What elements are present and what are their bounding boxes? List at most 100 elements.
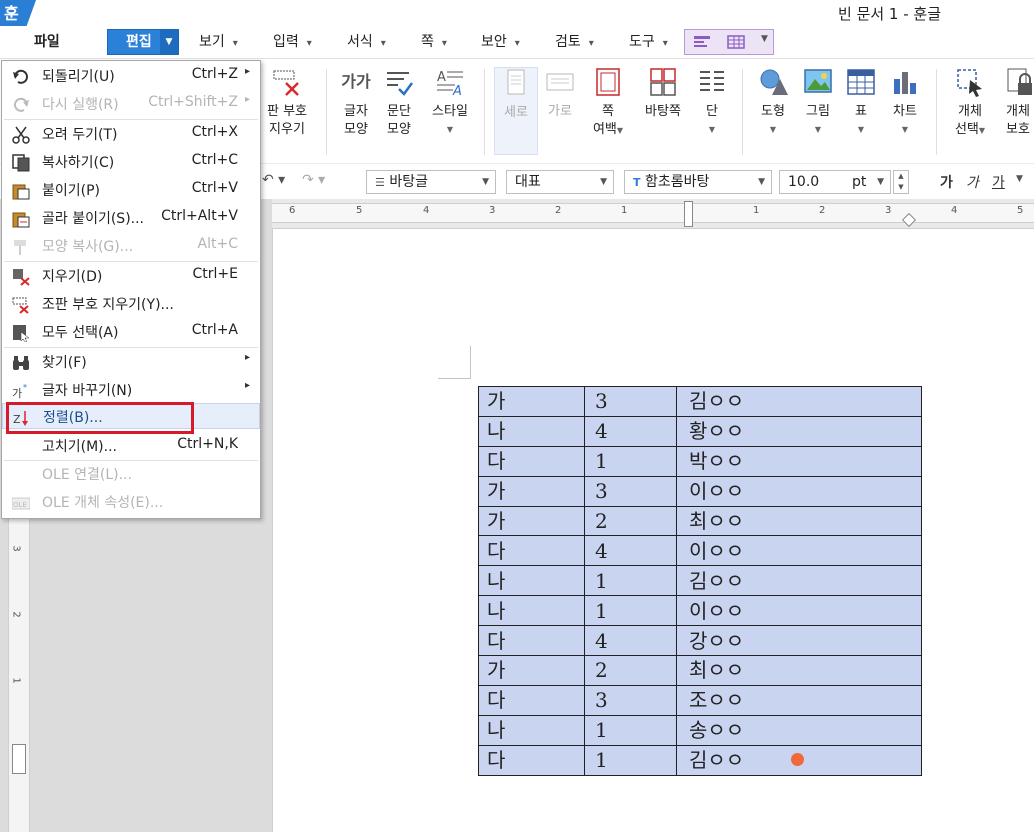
menu-file[interactable]: 파일 [34, 30, 60, 54]
chevron-down-icon[interactable]: ▼ [1016, 174, 1023, 184]
table-row[interactable]: 다 1 김ㅇㅇ [478, 744, 922, 776]
table-row[interactable]: 가 3 이ㅇㅇ [478, 475, 922, 507]
menu-item-paste[interactable]: 붙이기(P) Ctrl+V [2, 177, 260, 203]
table-cell[interactable]: 이ㅇㅇ [676, 475, 922, 507]
table-cell[interactable]: 2 [584, 505, 677, 537]
horizontal-ruler[interactable]: 6 5 4 3 2 1 1 2 3 4 5 [272, 199, 1034, 229]
vertical-orientation-button[interactable]: 세로 [494, 67, 538, 155]
table-cell[interactable]: 가 [478, 386, 585, 417]
menu-security[interactable]: 보안 ▾ [481, 30, 520, 54]
menu-item-clear-markers[interactable]: 조판 부호 지우기(Y)... [2, 291, 260, 317]
font-size-stepper[interactable]: ▲ ▼ [893, 170, 909, 194]
table-cell[interactable]: 조ㅇㅇ [676, 684, 922, 716]
table-cell[interactable]: 1 [584, 744, 677, 776]
chart-button[interactable]: 차트 ▼ [884, 67, 926, 139]
menu-item-replace[interactable]: 가 * 글자 바꾸기(N) ▸ [2, 377, 260, 403]
menu-item-copy-format[interactable]: 모양 복사(G)... Alt+C [2, 233, 260, 259]
menu-item-copy[interactable]: 복사하기(C) Ctrl+C [2, 149, 260, 175]
indent-marker[interactable] [684, 201, 693, 227]
menu-item-select-all[interactable]: 모두 선택(A) Ctrl+A [2, 319, 260, 345]
menu-item-delete[interactable]: 지우기(D) Ctrl+E [2, 263, 260, 289]
page-margin-button[interactable]: 쪽 여백▼ [586, 67, 630, 140]
table-cell[interactable]: 최ㅇㅇ [676, 655, 922, 686]
italic-button[interactable]: 가 [966, 172, 979, 192]
table-cell[interactable]: 나 [478, 565, 585, 597]
menu-item-cut[interactable]: 오려 두기(T) Ctrl+X [2, 121, 260, 147]
table-cell[interactable]: 이ㅇㅇ [676, 535, 922, 567]
master-page-button[interactable]: 바탕쪽 [636, 67, 690, 121]
shape-button[interactable]: 도형 ▼ [752, 67, 794, 139]
quick-tools-group[interactable]: ▼ [684, 29, 774, 55]
table-cell[interactable]: 1 [584, 445, 677, 477]
table-cell[interactable]: 다 [478, 445, 585, 477]
clear-markers-button[interactable]: 판 부호 지우기 [262, 67, 312, 139]
horizontal-orientation-button[interactable]: 가로 [540, 67, 580, 121]
table-cell[interactable]: 가 [478, 505, 585, 537]
menu-view[interactable]: 보기 ▾ [199, 30, 238, 54]
object-select-button[interactable]: 개체 선택▼ [946, 67, 994, 140]
chevron-down-icon[interactable]: ▼ [600, 171, 607, 193]
font-size-combo[interactable]: 10.0 pt ▼ [779, 170, 891, 194]
table-cell[interactable]: 박ㅇㅇ [676, 445, 922, 477]
table-cell[interactable]: 가 [478, 475, 585, 507]
menu-insert[interactable]: 입력 ▾ [273, 30, 312, 54]
table-cell[interactable]: 나 [478, 415, 585, 447]
table-row[interactable]: 다 1 박ㅇㅇ [478, 445, 922, 477]
language-combo[interactable]: 대표 ▼ [506, 170, 614, 194]
chevron-down-icon[interactable]: ▼ [761, 34, 768, 44]
table-cell[interactable]: 김ㅇㅇ [676, 565, 922, 597]
table-row[interactable]: 다 4 강ㅇㅇ [478, 625, 922, 657]
menu-item-undo[interactable]: 되돌리기(U) Ctrl+Z ▸ [2, 63, 260, 89]
para-shape-button[interactable]: 문단 모양 [379, 67, 419, 139]
table-cell[interactable]: 다 [478, 744, 585, 776]
table-cell[interactable]: 나 [478, 714, 585, 746]
table-cell[interactable]: 4 [584, 625, 677, 657]
style-button[interactable]: A A 스타일 ▼ [426, 67, 474, 139]
object-protect-button[interactable]: 개체 보호 [1000, 67, 1034, 139]
bold-button[interactable]: 가 [940, 172, 953, 192]
table-cell[interactable]: 4 [584, 415, 677, 447]
table-row[interactable]: 다 4 이ㅇㅇ [478, 535, 922, 567]
menu-item-redo[interactable]: 다시 실행(R) Ctrl+Shift+Z ▸ [2, 91, 260, 117]
table-cell[interactable]: 다 [478, 535, 585, 567]
ruler-margin-handle[interactable] [12, 744, 26, 774]
menu-item-edit-object[interactable]: 고치기(M)... Ctrl+N,K [2, 433, 260, 459]
table-cell[interactable]: 4 [584, 535, 677, 567]
menu-item-ole-link[interactable]: OLE 연결(L)... [2, 461, 260, 487]
table-row[interactable]: 가 2 최ㅇㅇ [478, 505, 922, 537]
menu-item-ole-properties[interactable]: OLE OLE 개체 속성(E)... [2, 489, 260, 515]
chevron-down-icon[interactable]: ▼ [877, 171, 884, 193]
table-cell[interactable]: 황ㅇㅇ [676, 415, 922, 447]
document-table[interactable]: 가 3 김ㅇㅇ 나 4 황ㅇㅇ 다 1 박ㅇㅇ 가 3 이ㅇㅇ 가 2 최ㅇㅇ 다 4 이ㅇㅇ 나 1 김ㅇㅇ 나 1 이ㅇㅇ… [478, 386, 922, 776]
table-row[interactable]: 가 3 김ㅇㅇ [478, 386, 922, 417]
table-grid-icon[interactable] [727, 35, 745, 49]
table-cell[interactable]: 송ㅇㅇ [676, 714, 922, 746]
table-button[interactable]: 표 ▼ [841, 67, 881, 139]
table-cell[interactable]: 3 [584, 475, 677, 507]
picture-button[interactable]: 그림 ▼ [797, 67, 839, 139]
menu-review[interactable]: 검토 ▾ [555, 30, 594, 54]
style-combo[interactable]: ☰ 바탕글 ▼ [366, 170, 496, 194]
table-cell[interactable]: 1 [584, 714, 677, 746]
chevron-down-icon[interactable]: ▼ [160, 30, 178, 54]
menu-format[interactable]: 서식 ▾ [347, 30, 386, 54]
underline-button[interactable]: 가 [992, 172, 1005, 192]
table-cell[interactable]: 다 [478, 684, 585, 716]
char-shape-button[interactable]: 가가 글자 모양 [336, 67, 376, 139]
redo-icon[interactable]: ↷ ▾ [302, 172, 325, 188]
table-row[interactable]: 나 1 송ㅇㅇ [478, 714, 922, 746]
table-cell[interactable]: 가 [478, 655, 585, 686]
table-cell[interactable]: 1 [584, 565, 677, 597]
menu-item-find[interactable]: 찾기(F) ▸ [2, 349, 260, 375]
table-cell[interactable]: 최ㅇㅇ [676, 505, 922, 537]
table-row[interactable]: 나 4 황ㅇㅇ [478, 415, 922, 447]
table-row[interactable]: 나 1 이ㅇㅇ [478, 595, 922, 627]
table-cell[interactable]: 강ㅇㅇ [676, 625, 922, 657]
table-cell[interactable]: 이ㅇㅇ [676, 595, 922, 627]
font-combo[interactable]: T 함초롬바탕 ▼ [624, 170, 772, 194]
undo-icon[interactable]: ↶ ▾ [262, 172, 285, 188]
menu-edit[interactable]: 편집 ▼ [107, 29, 179, 55]
menu-item-paste-special[interactable]: 골라 붙이기(S)... Ctrl+Alt+V [2, 205, 260, 231]
table-cell[interactable]: 3 [584, 684, 677, 716]
table-cell[interactable]: 김ㅇㅇ [676, 386, 922, 417]
